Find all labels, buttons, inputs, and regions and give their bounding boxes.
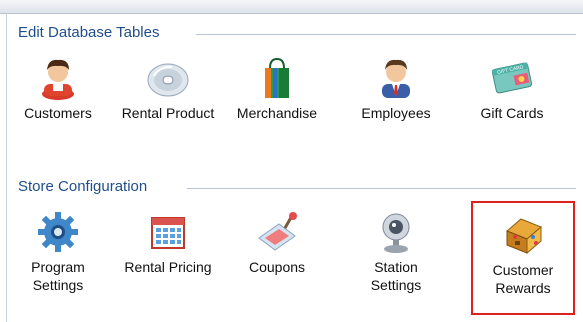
shopping-bag-icon bbox=[255, 56, 299, 100]
tile-coupons[interactable]: Coupons bbox=[227, 206, 327, 286]
tile-rental-product[interactable]: Rental Product bbox=[118, 52, 218, 132]
webcam-icon bbox=[374, 210, 418, 254]
window-left-edge bbox=[6, 13, 7, 322]
tile-station-settings[interactable]: Station Settings bbox=[346, 206, 446, 306]
tile-label: Station Settings bbox=[370, 259, 422, 293]
tile-merchandise[interactable]: Merchandise bbox=[227, 52, 327, 132]
group-divider bbox=[187, 188, 576, 189]
tile-program-settings[interactable]: Program Settings bbox=[8, 206, 108, 306]
tile-rental-pricing[interactable]: Rental Pricing bbox=[118, 206, 218, 286]
tile-label: Customers bbox=[24, 105, 92, 121]
tile-label: Rental Pricing bbox=[124, 259, 212, 275]
customer-person-icon bbox=[36, 56, 80, 100]
group-title-edit-database-tables: Edit Database Tables bbox=[18, 24, 166, 41]
tile-label: Rental Product bbox=[121, 105, 215, 121]
calendar-icon bbox=[146, 210, 190, 254]
tile-label: Coupons bbox=[248, 259, 306, 275]
employee-person-icon bbox=[374, 56, 418, 100]
tile-label: Program Settings bbox=[31, 259, 85, 293]
tile-label: Customer Rewards bbox=[492, 262, 554, 296]
tile-employees[interactable]: Employees bbox=[346, 52, 446, 132]
group-divider bbox=[196, 34, 576, 35]
tile-customers[interactable]: Customers bbox=[8, 52, 108, 132]
gear-icon bbox=[36, 210, 80, 254]
tile-customer-rewards[interactable]: Customer Rewards bbox=[471, 201, 575, 315]
disc-icon bbox=[146, 56, 190, 100]
coupon-icon bbox=[255, 210, 299, 254]
tile-label: Merchandise bbox=[236, 105, 318, 121]
tile-label: Employees bbox=[361, 105, 431, 121]
window-top-border bbox=[0, 0, 583, 14]
tile-gift-cards[interactable]: GIFT CARD Gift Cards bbox=[462, 52, 562, 132]
gift-card-icon: GIFT CARD bbox=[490, 56, 534, 100]
treasure-chest-icon bbox=[501, 213, 545, 257]
group-title-store-configuration: Store Configuration bbox=[18, 178, 154, 195]
tile-label: Gift Cards bbox=[480, 105, 544, 121]
